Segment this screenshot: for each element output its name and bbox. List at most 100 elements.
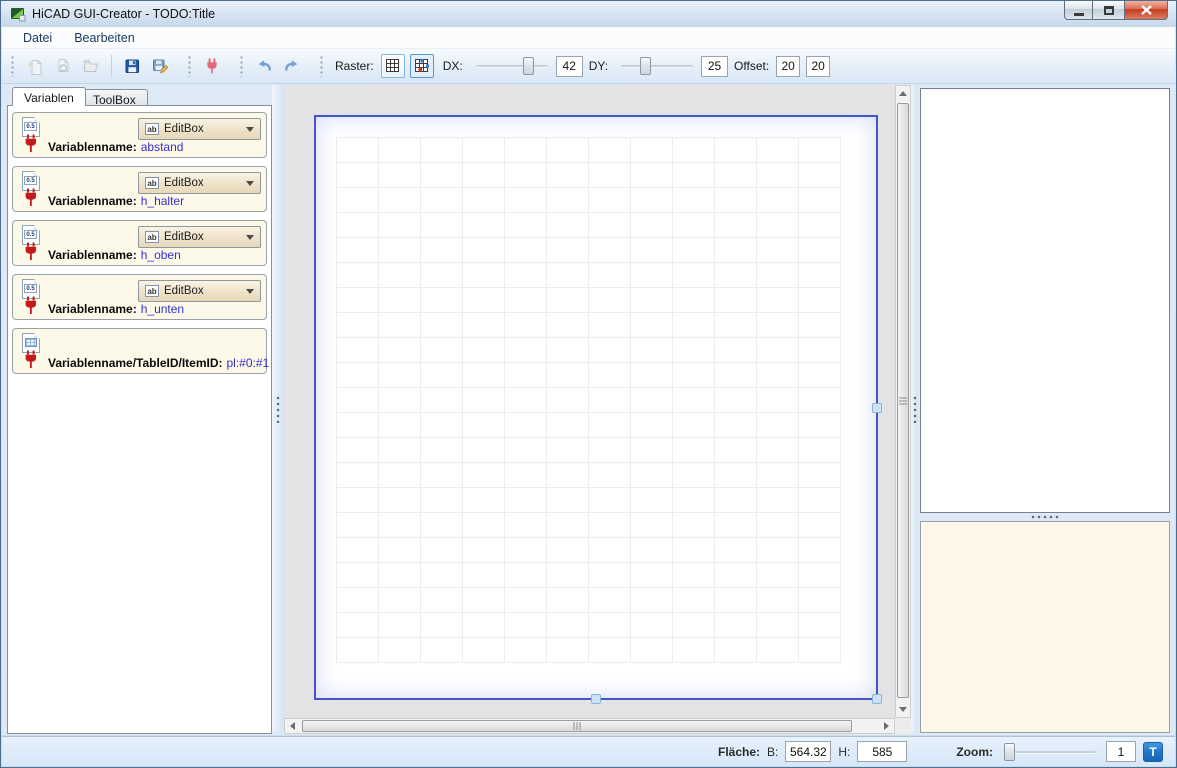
new-file-icon: [26, 57, 44, 75]
splitter-grip-dots: [276, 395, 280, 423]
grid-toggle-button[interactable]: [381, 54, 405, 78]
variable-card-h-halter[interactable]: 0.5 ab EditBox Variablenname:h_halter: [12, 166, 267, 212]
offset-y-field[interactable]: [806, 56, 830, 77]
minimize-button[interactable]: [1064, 1, 1093, 20]
close-icon: [1141, 5, 1152, 15]
resize-handle-corner[interactable]: [872, 694, 882, 704]
scroll-right-button[interactable]: [879, 719, 894, 733]
tab-variablen[interactable]: Variablen: [12, 87, 86, 106]
reload-file-icon: [54, 57, 72, 75]
dx-value-field[interactable]: [556, 56, 583, 77]
dy-slider-thumb[interactable]: [640, 57, 651, 75]
variable-name-label: Variablenname:: [48, 194, 137, 208]
plug-button[interactable]: [199, 53, 225, 79]
splitter-grip-dots: [913, 395, 917, 423]
resize-handle-right[interactable]: [872, 403, 882, 413]
variable-name-value: h_unten: [141, 302, 184, 316]
toolbar-grip[interactable]: [319, 55, 324, 77]
dy-slider-track: [621, 65, 693, 68]
toolbar-grip[interactable]: [239, 55, 244, 77]
dx-slider-thumb[interactable]: [523, 57, 534, 75]
control-type-dropdown[interactable]: ab EditBox: [138, 280, 261, 302]
dx-slider-track: [476, 65, 548, 68]
grid-snap-toggle-button[interactable]: [410, 54, 434, 78]
variable-card-abstand[interactable]: 0.5 ab EditBox Variablenname:abstand: [12, 112, 267, 158]
height-value-field[interactable]: [857, 741, 907, 762]
vertical-scroll-thumb[interactable]: [897, 103, 909, 698]
scroll-up-button[interactable]: [896, 86, 910, 101]
maximize-icon: [1104, 6, 1114, 15]
arrow-left-icon: [286, 722, 295, 730]
save-as-button[interactable]: [147, 53, 173, 79]
variable-name-label: Variablenname:: [48, 248, 137, 262]
reload-file-button[interactable]: [50, 53, 76, 79]
width-value-field[interactable]: [785, 741, 831, 762]
zoom-slider-thumb[interactable]: [1004, 743, 1015, 761]
control-type-value: EditBox: [164, 231, 204, 243]
scroll-down-button[interactable]: [896, 702, 910, 717]
dy-label: DY:: [589, 59, 608, 73]
scrollbar-corner: [895, 718, 911, 734]
variables-panel: 0.5 ab EditBox Variablenname:abstand 0.5: [7, 105, 272, 734]
app-icon: [10, 6, 26, 22]
zoom-slider-track: [1003, 751, 1096, 754]
toolbar-separator: [111, 55, 112, 77]
left-splitter[interactable]: [272, 85, 284, 732]
variable-card-h-oben[interactable]: 0.5 ab EditBox Variablenname:h_oben: [12, 220, 267, 266]
tab-toolbox[interactable]: ToolBox: [81, 89, 148, 106]
toolbar-group-undo: [239, 53, 305, 79]
right-horizontal-splitter[interactable]: [920, 513, 1170, 521]
offset-x-field[interactable]: [776, 56, 800, 77]
dy-value-field[interactable]: [701, 56, 728, 77]
horizontal-scrollbar[interactable]: [284, 718, 895, 734]
variable-name-value: h_halter: [141, 194, 184, 208]
chevron-down-icon: [246, 181, 254, 190]
redo-button[interactable]: [279, 53, 305, 79]
resize-handle-bottom[interactable]: [591, 694, 601, 704]
properties-pane[interactable]: [920, 521, 1170, 733]
chevron-down-icon: [246, 127, 254, 136]
title-bar[interactable]: HiCAD GUI-Creator - TODO:Title: [1, 1, 1176, 27]
variable-card-h-unten[interactable]: 0.5 ab EditBox Variablenname:h_unten: [12, 274, 267, 320]
toolbar-grip[interactable]: [10, 55, 15, 77]
menu-datei[interactable]: Datei: [14, 29, 61, 47]
grid-icon: [385, 58, 401, 74]
control-type-dropdown[interactable]: ab EditBox: [138, 226, 261, 248]
toolbar-grip[interactable]: [187, 55, 192, 77]
editbox-icon: ab: [145, 177, 159, 189]
zoom-slider[interactable]: [1002, 743, 1097, 761]
thumb-grip: [899, 397, 907, 404]
zoom-value-field[interactable]: [1106, 741, 1136, 762]
editbox-icon: ab: [145, 285, 159, 297]
vertical-scrollbar[interactable]: [895, 85, 911, 718]
new-file-button[interactable]: [22, 53, 48, 79]
dx-label: DX:: [443, 59, 463, 73]
toolbar-group-raster: Raster: DX: DY:: [319, 54, 834, 78]
design-surface[interactable]: [284, 85, 895, 718]
editbox-icon: ab: [145, 231, 159, 243]
maximize-button[interactable]: [1093, 1, 1124, 20]
menu-bearbeiten[interactable]: Bearbeiten: [65, 29, 143, 47]
variable-name-label: Variablenname/TableID/ItemID:: [48, 356, 223, 370]
right-splitter[interactable]: [911, 85, 918, 732]
scroll-left-button[interactable]: [285, 719, 300, 733]
control-type-dropdown[interactable]: ab EditBox: [138, 172, 261, 194]
save-button[interactable]: [119, 53, 145, 79]
text-tool-button[interactable]: T: [1143, 742, 1163, 762]
form-canvas[interactable]: [314, 115, 878, 700]
raster-label: Raster:: [335, 59, 374, 73]
horizontal-scroll-thumb[interactable]: [302, 720, 852, 732]
close-button[interactable]: [1124, 1, 1168, 20]
open-folder-button[interactable]: [78, 53, 104, 79]
undo-button[interactable]: [251, 53, 277, 79]
control-type-dropdown[interactable]: ab EditBox: [138, 118, 261, 140]
window-title: HiCAD GUI-Creator - TODO:Title: [32, 7, 215, 21]
toolbar: Raster: DX: DY:: [2, 49, 1175, 84]
dy-slider[interactable]: [620, 57, 694, 75]
variable-card-table-item[interactable]: Variablenname/TableID/ItemID:pl:#0:#1: [12, 328, 267, 374]
control-type-value: EditBox: [164, 285, 204, 297]
dx-slider[interactable]: [475, 57, 549, 75]
thumb-grip: [574, 722, 581, 730]
preview-pane[interactable]: [920, 88, 1170, 513]
height-label: H:: [838, 745, 850, 759]
